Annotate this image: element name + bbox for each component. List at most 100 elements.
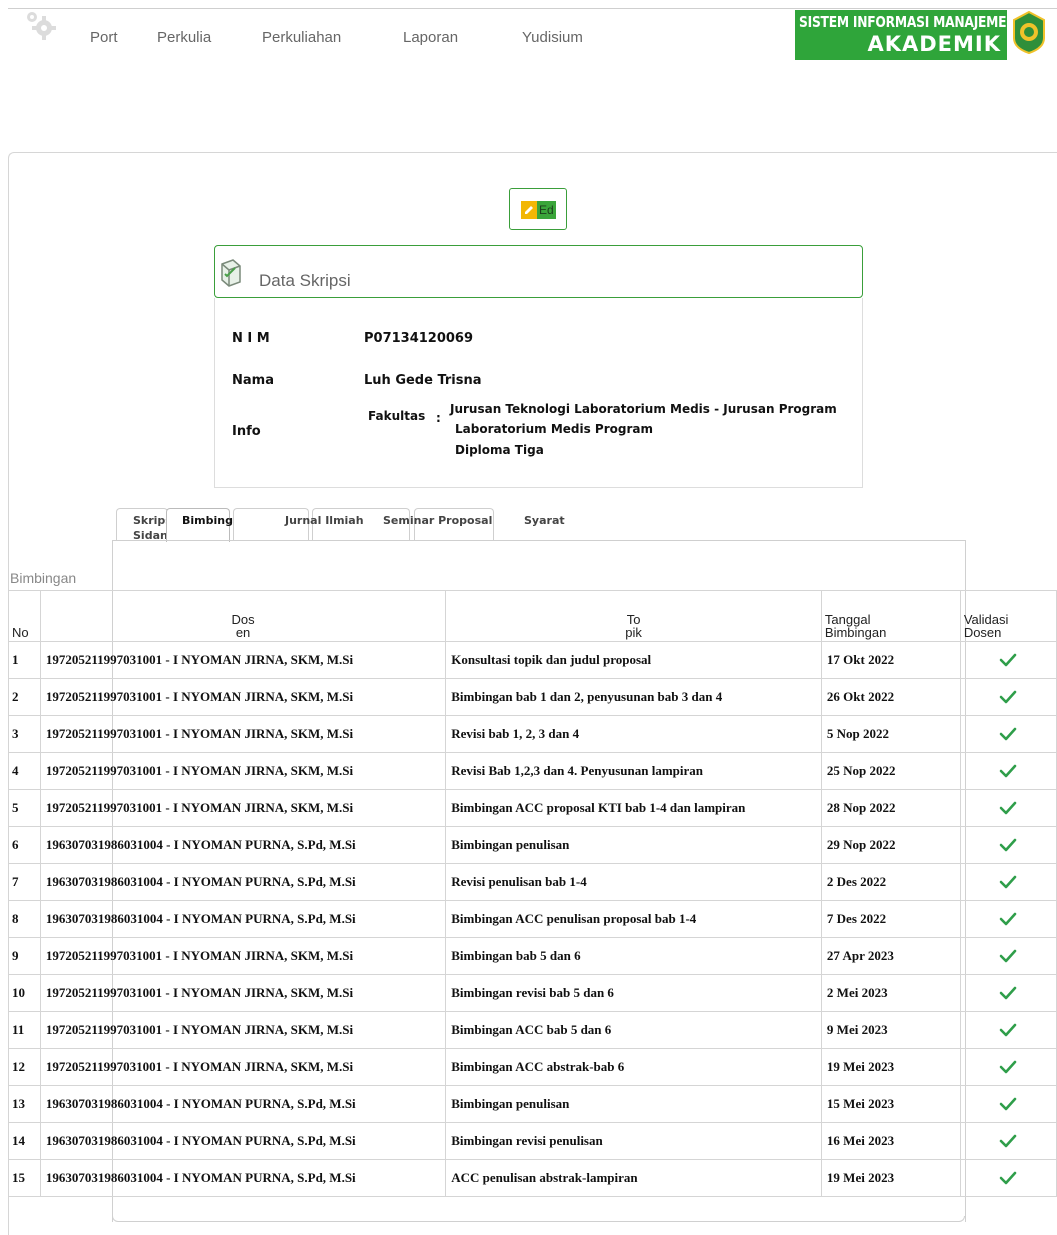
table-row: 9 197205211997031001 - I NYOMAN JIRNA, SK… xyxy=(8,937,1057,975)
cell-tanggal: 5 Nop 2022 xyxy=(820,715,961,753)
table-row: 5 197205211997031001 - I NYOMAN JIRNA, SK… xyxy=(8,789,1057,827)
cell-tanggal: 19 Mei 2023 xyxy=(820,1159,961,1197)
campus-logo xyxy=(1012,10,1046,55)
cell-dosen: 196307031986031004 - I NYOMAN PURNA, S.P… xyxy=(39,1159,447,1197)
cell-tanggal: 7 Des 2022 xyxy=(820,900,961,938)
check-icon xyxy=(966,801,1051,815)
cell-dosen: 197205211997031001 - I NYOMAN JIRNA, SKM… xyxy=(39,715,447,753)
cell-dosen: 196307031986031004 - I NYOMAN PURNA, S.P… xyxy=(39,1122,447,1160)
info-separator: : xyxy=(436,411,441,425)
cell-tanggal: 16 Mei 2023 xyxy=(820,1122,961,1160)
cell-dosen: 197205211997031001 - I NYOMAN JIRNA, SKM… xyxy=(39,752,447,790)
gear-icon[interactable] xyxy=(22,8,56,42)
cell-no: 4 xyxy=(8,752,41,790)
table-row: 8 196307031986031004 - I NYOMAN PURNA, S.… xyxy=(8,900,1057,938)
nav-item-laporan[interactable]: Laporan xyxy=(403,29,458,46)
tab-content-top-border xyxy=(112,540,965,541)
table-row: 3 197205211997031001 - I NYOMAN JIRNA, SK… xyxy=(8,715,1057,753)
cell-no: 6 xyxy=(8,826,41,864)
header-tanggal-line2: Bimbingan xyxy=(824,625,887,640)
cell-dosen: 197205211997031001 - I NYOMAN JIRNA, SKM… xyxy=(39,937,447,975)
cell-no: 2 xyxy=(8,678,41,716)
cell-dosen: 197205211997031001 - I NYOMAN JIRNA, SKM… xyxy=(39,974,447,1012)
nav-item-perkulia[interactable]: Perkulia xyxy=(157,29,211,46)
table-row: 4 197205211997031001 - I NYOMAN JIRNA, SK… xyxy=(8,752,1057,790)
cell-dosen: 196307031986031004 - I NYOMAN PURNA, S.P… xyxy=(39,826,447,864)
brand-banner: SISTEM INFORMASI MANAJEMEN AKADEMIK xyxy=(795,10,1017,60)
header-validasi-line2: Dosen xyxy=(963,625,1002,640)
pencil-icon xyxy=(521,201,537,219)
header-dosen: Dos en xyxy=(39,590,447,642)
check-icon xyxy=(966,653,1051,667)
section-caption: Bimbingan xyxy=(10,570,77,586)
cell-validasi xyxy=(959,715,1057,753)
panel-title: Data Skripsi xyxy=(259,271,351,290)
cell-validasi xyxy=(959,937,1057,975)
tab-jurnal-label[interactable]: Jurnal Ilmiah xyxy=(285,514,364,527)
cell-topik: Bimbingan revisi bab 5 dan 6 xyxy=(445,974,822,1012)
check-icon xyxy=(966,727,1051,741)
header-no-label: No xyxy=(12,625,29,640)
tab-syarat-label[interactable]: Syarat xyxy=(524,514,565,527)
cell-topik: Bimbingan ACC bab 5 dan 6 xyxy=(445,1011,822,1049)
data-skripsi-panel-header: Data Skripsi xyxy=(214,245,863,298)
cell-validasi xyxy=(959,1011,1057,1049)
cell-tanggal: 15 Mei 2023 xyxy=(820,1085,961,1123)
cell-topik: Revisi bab 1, 2, 3 dan 4 xyxy=(445,715,822,753)
check-icon xyxy=(966,1134,1051,1148)
header-topik-line2: pik xyxy=(625,625,642,640)
table-row: 2 197205211997031001 - I NYOMAN JIRNA, SK… xyxy=(8,678,1057,716)
tab-seminar-label[interactable]: Seminar Proposal xyxy=(383,514,492,527)
cell-no: 9 xyxy=(8,937,41,975)
cell-topik: Bimbingan ACC abstrak-bab 6 xyxy=(445,1048,822,1086)
nama-value: Luh Gede Trisna xyxy=(364,373,482,388)
cell-validasi xyxy=(959,826,1057,864)
header-no: No xyxy=(8,590,41,642)
cell-dosen: 197205211997031001 - I NYOMAN JIRNA, SKM… xyxy=(39,789,447,827)
cell-topik: Bimbingan bab 1 dan 2, penyusunan bab 3 … xyxy=(445,678,822,716)
bimbingan-table: No Dos en To pik Tanggal Bimbingan Valid… xyxy=(8,590,1057,1197)
cell-no: 1 xyxy=(8,641,41,679)
cell-tanggal: 27 Apr 2023 xyxy=(820,937,961,975)
cell-validasi xyxy=(959,900,1057,938)
info-key: Fakultas xyxy=(368,409,426,423)
cell-no: 14 xyxy=(8,1122,41,1160)
check-icon xyxy=(966,690,1051,704)
cell-tanggal: 17 Okt 2022 xyxy=(820,641,961,679)
nav-item-perkuliahan[interactable]: Perkuliahan xyxy=(262,29,341,46)
cell-topik: Bimbingan bab 5 dan 6 xyxy=(445,937,822,975)
cell-no: 5 xyxy=(8,789,41,827)
cell-dosen: 197205211997031001 - I NYOMAN JIRNA, SKM… xyxy=(39,1048,447,1086)
info-line3: Diploma Tiga xyxy=(455,443,544,457)
table-row: 6 196307031986031004 - I NYOMAN PURNA, S.… xyxy=(8,826,1057,864)
check-icon xyxy=(966,986,1051,1000)
cell-dosen: 196307031986031004 - I NYOMAN PURNA, S.P… xyxy=(39,863,447,901)
edit-button[interactable]: Ed xyxy=(509,188,567,230)
nim-value: P07134120069 xyxy=(364,331,474,346)
cell-validasi xyxy=(959,974,1057,1012)
table-row: 12 197205211997031001 - I NYOMAN JIRNA, S… xyxy=(8,1048,1057,1086)
cell-tanggal: 28 Nop 2022 xyxy=(820,789,961,827)
cell-no: 15 xyxy=(8,1159,41,1197)
check-icon xyxy=(966,1060,1051,1074)
table-row: 11 197205211997031001 - I NYOMAN JIRNA, S… xyxy=(8,1011,1057,1049)
brand-line2: AKADEMIK xyxy=(867,32,1001,56)
cell-validasi xyxy=(959,678,1057,716)
header-dosen-line2: en xyxy=(235,625,251,640)
check-icon xyxy=(966,1171,1051,1185)
info-line2: Laboratorium Medis Program xyxy=(455,422,653,436)
cell-dosen: 197205211997031001 - I NYOMAN JIRNA, SKM… xyxy=(39,1011,447,1049)
cell-no: 11 xyxy=(8,1011,41,1049)
cell-no: 10 xyxy=(8,974,41,1012)
edit-button-label: Ed xyxy=(537,201,556,219)
cell-tanggal: 29 Nop 2022 xyxy=(820,826,961,864)
cell-dosen: 196307031986031004 - I NYOMAN PURNA, S.P… xyxy=(39,900,447,938)
nav-item-yudisium[interactable]: Yudisium xyxy=(522,29,583,46)
cell-topik: Bimbingan penulisan xyxy=(445,826,822,864)
nav-item-portal[interactable]: Port xyxy=(90,29,118,46)
tab-content-bottom-border xyxy=(112,1216,965,1222)
cell-tanggal: 2 Des 2022 xyxy=(820,863,961,901)
check-icon xyxy=(966,1023,1051,1037)
cell-topik: Konsultasi topik dan judul proposal xyxy=(445,641,822,679)
books-icon xyxy=(219,258,243,293)
